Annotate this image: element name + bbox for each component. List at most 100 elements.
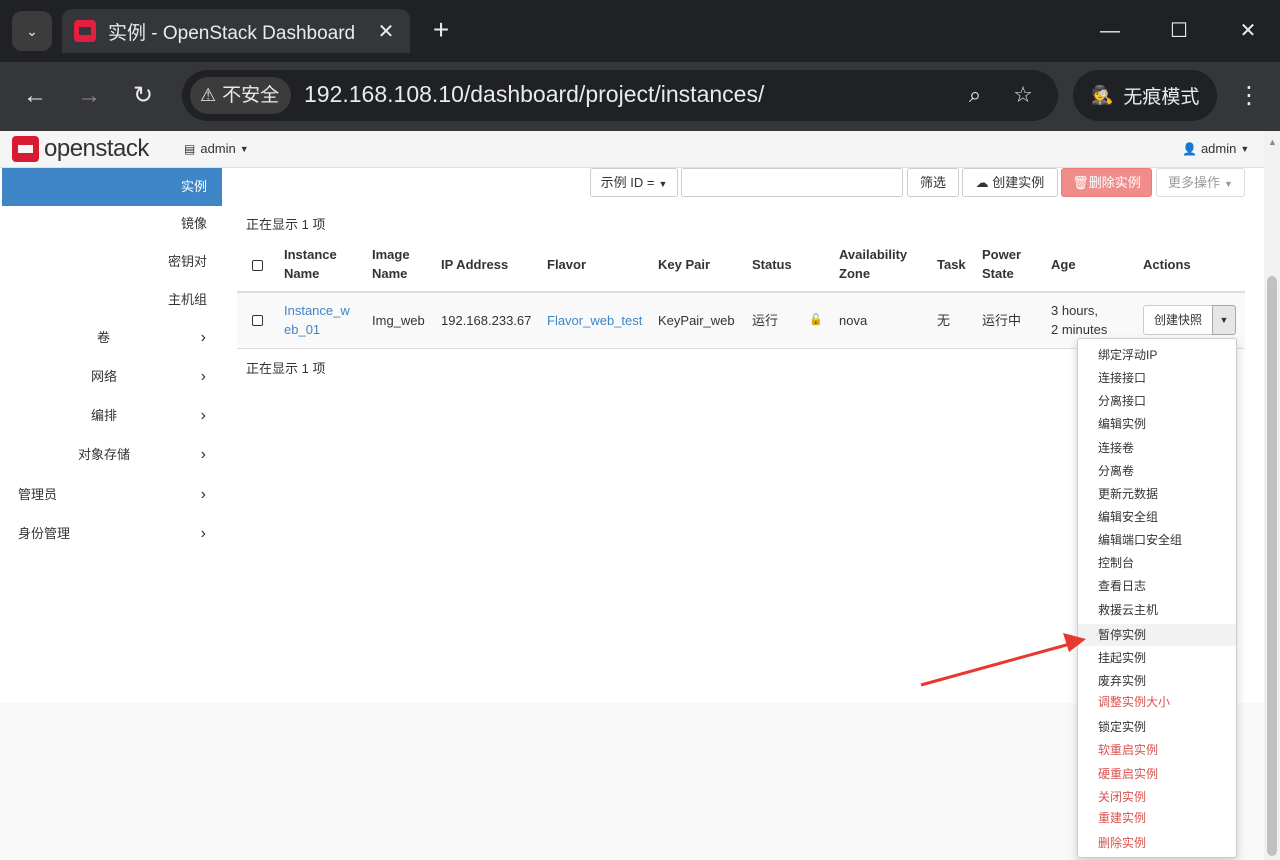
filter-input[interactable] — [681, 168, 903, 197]
caret-down-icon: ▼ — [1219, 315, 1229, 325]
bookmark-star-icon[interactable]: ☆ — [1008, 80, 1038, 110]
sidebar-item-images[interactable]: 镜像 — [181, 205, 207, 243]
sidebar-item-network[interactable]: 网络 › — [0, 358, 222, 396]
tab-search-button[interactable]: ⌄ — [12, 11, 52, 51]
menu-item-lock-instance[interactable]: 锁定实例 — [1078, 716, 1236, 738]
openstack-app: openstack ▤ admin ▼ 👤 admin ▼ 实例 镜像 密钥对 … — [0, 131, 1264, 860]
row-checkbox[interactable] — [252, 315, 263, 326]
browser-tab[interactable]: 实例 - OpenStack Dashboard ✕ — [62, 9, 410, 53]
page-scrollbar[interactable]: ▲ — [1264, 131, 1280, 860]
keypair-name: KeyPair_web — [658, 313, 735, 328]
column-header-name[interactable]: Instance Name — [284, 245, 337, 283]
column-header-keypair[interactable]: Key Pair — [658, 255, 710, 274]
menu-item-edit-instance[interactable]: 编辑实例 — [1078, 413, 1236, 435]
zoom-search-icon[interactable]: ⌕ — [960, 80, 990, 110]
caret-down-icon: ▼ — [658, 179, 668, 189]
minimize-icon[interactable]: — — [1093, 14, 1127, 48]
menu-item-edit-security-groups[interactable]: 编辑安全组 — [1078, 506, 1236, 528]
column-header-image[interactable]: Image Name — [372, 245, 410, 283]
sidebar-item-identity[interactable]: 身份管理 › — [0, 515, 222, 553]
age-line: 2 minutes — [1051, 322, 1108, 337]
menu-item-detach-interface[interactable]: 分离接口 — [1078, 390, 1236, 412]
sidebar-item-volumes[interactable]: 卷 › — [0, 319, 222, 357]
header-line: Availability — [839, 247, 908, 262]
name-line: eb_01 — [284, 322, 321, 337]
header-line: Power — [982, 247, 1022, 262]
column-header-ip[interactable]: IP Address — [441, 255, 508, 274]
filter-field-select[interactable]: 示例 ID = ▼ — [590, 168, 678, 197]
maximize-icon[interactable]: ☐ — [1162, 14, 1196, 48]
menu-item-update-metadata[interactable]: 更新元数据 — [1078, 483, 1236, 505]
create-instance-button[interactable]: ☁ 创建实例 — [962, 168, 1058, 197]
menu-item-pause-instance[interactable]: 暂停实例 — [1078, 624, 1236, 646]
address-bar[interactable]: ⚠ 不安全 192.168.108.10/dashboard/project/i… — [182, 70, 1058, 121]
sidebar-item-server-groups[interactable]: 主机组 — [168, 281, 207, 319]
scroll-thumb[interactable] — [1267, 276, 1277, 856]
menu-item-shut-off[interactable]: 关闭实例 — [1078, 786, 1236, 808]
table-header: Instance Name Image Name IP Address Flav… — [237, 236, 1245, 293]
security-label: 不安全 — [222, 85, 280, 106]
menu-item-soft-reboot[interactable]: 软重启实例 — [1078, 739, 1236, 761]
header-line: Zone — [839, 266, 871, 281]
browser-menu-icon[interactable]: ⋮ — [1234, 78, 1264, 114]
sidebar-item-keypairs[interactable]: 密钥对 — [168, 243, 207, 281]
column-header-age[interactable]: Age — [1051, 255, 1076, 274]
filter-button[interactable]: 筛选 — [907, 168, 959, 197]
sidebar-item-instances[interactable]: 实例 — [2, 168, 222, 206]
menu-item-attach-volume[interactable]: 连接卷 — [1078, 437, 1236, 459]
menu-item-attach-interface[interactable]: 连接接口 — [1078, 367, 1236, 389]
url-text[interactable]: 192.168.108.10/dashboard/project/instanc… — [304, 81, 764, 108]
menu-item-detach-volume[interactable]: 分离卷 — [1078, 460, 1236, 482]
column-header-power[interactable]: Power State — [982, 245, 1021, 283]
new-tab-button[interactable]: + — [425, 14, 457, 46]
ip-address: 192.168.233.67 — [441, 313, 532, 328]
forward-arrow-icon[interactable]: → — [71, 78, 107, 114]
menu-item-console[interactable]: 控制台 — [1078, 552, 1236, 574]
instance-name-link[interactable]: Instance_w eb_01 — [284, 301, 350, 339]
project-menu[interactable]: ▤ admin ▼ — [184, 141, 249, 156]
menu-item-rescue-instance[interactable]: 救援云主机 — [1078, 599, 1236, 621]
chevron-right-icon: › — [200, 368, 206, 385]
power-state-value: 运行中 — [982, 313, 1022, 328]
column-header-task[interactable]: Task — [937, 255, 966, 274]
actions-dropdown-toggle[interactable]: ▼ — [1212, 305, 1236, 335]
menu-item-delete-instance[interactable]: 删除实例 — [1078, 832, 1236, 854]
sidebar-item-object-store[interactable]: 对象存储 › — [0, 436, 222, 474]
create-snapshot-button[interactable]: 创建快照 — [1143, 305, 1213, 335]
select-all-checkbox[interactable] — [252, 260, 263, 271]
back-arrow-icon[interactable]: ← — [17, 78, 53, 114]
menu-item-suspend-instance[interactable]: 挂起实例 — [1078, 647, 1236, 669]
flavor-link[interactable]: Flavor_web_test — [547, 311, 642, 330]
sidebar-item-admin[interactable]: 管理员 › — [0, 476, 222, 514]
delete-instances-button[interactable]: 🗑删除实例 — [1061, 168, 1152, 197]
column-header-flavor[interactable]: Flavor — [547, 255, 586, 274]
menu-item-view-log[interactable]: 查看日志 — [1078, 575, 1236, 597]
menu-item-hard-reboot[interactable]: 硬重启实例 — [1078, 763, 1236, 785]
reload-icon[interactable]: ↻ — [125, 78, 161, 114]
user-menu[interactable]: 👤 admin ▼ — [1182, 141, 1249, 156]
close-icon[interactable]: ✕ — [374, 19, 398, 44]
unlock-icon: 🔓 — [809, 314, 823, 326]
logo-text: openstack — [44, 135, 149, 162]
openstack-favicon-icon — [74, 20, 96, 42]
security-chip[interactable]: ⚠ 不安全 — [190, 77, 292, 114]
openstack-logo[interactable]: openstack — [12, 135, 149, 162]
menu-item-resize-instance[interactable]: 调整实例大小 — [1078, 691, 1236, 713]
incognito-icon: 🕵 — [1091, 85, 1114, 105]
create-instance-label: 创建实例 — [992, 175, 1045, 190]
user-menu-label: admin — [1200, 141, 1237, 156]
window-close-icon[interactable]: ✕ — [1231, 14, 1265, 48]
menu-item-rebuild-instance[interactable]: 重建实例 — [1078, 807, 1236, 829]
column-header-zone[interactable]: Availability Zone — [839, 245, 907, 283]
scroll-up-icon[interactable]: ▲ — [1268, 137, 1277, 147]
menu-item-edit-port-security-groups[interactable]: 编辑端口安全组 — [1078, 529, 1236, 551]
tab-title: 实例 - OpenStack Dashboard — [108, 22, 356, 44]
column-header-status[interactable]: Status — [752, 255, 792, 274]
menu-item-shelve-instance[interactable]: 废弃实例 — [1078, 670, 1236, 692]
sidebar-item-orchestration[interactable]: 编排 › — [0, 397, 222, 435]
more-actions-button[interactable]: 更多操作 ▼ — [1156, 168, 1245, 197]
incognito-indicator[interactable]: 🕵 无痕模式 — [1073, 70, 1217, 121]
menu-item-associate-floating-ip[interactable]: 绑定浮动IP — [1078, 344, 1236, 366]
name-line: Instance_w — [284, 303, 350, 318]
incognito-label: 无痕模式 — [1123, 87, 1200, 108]
